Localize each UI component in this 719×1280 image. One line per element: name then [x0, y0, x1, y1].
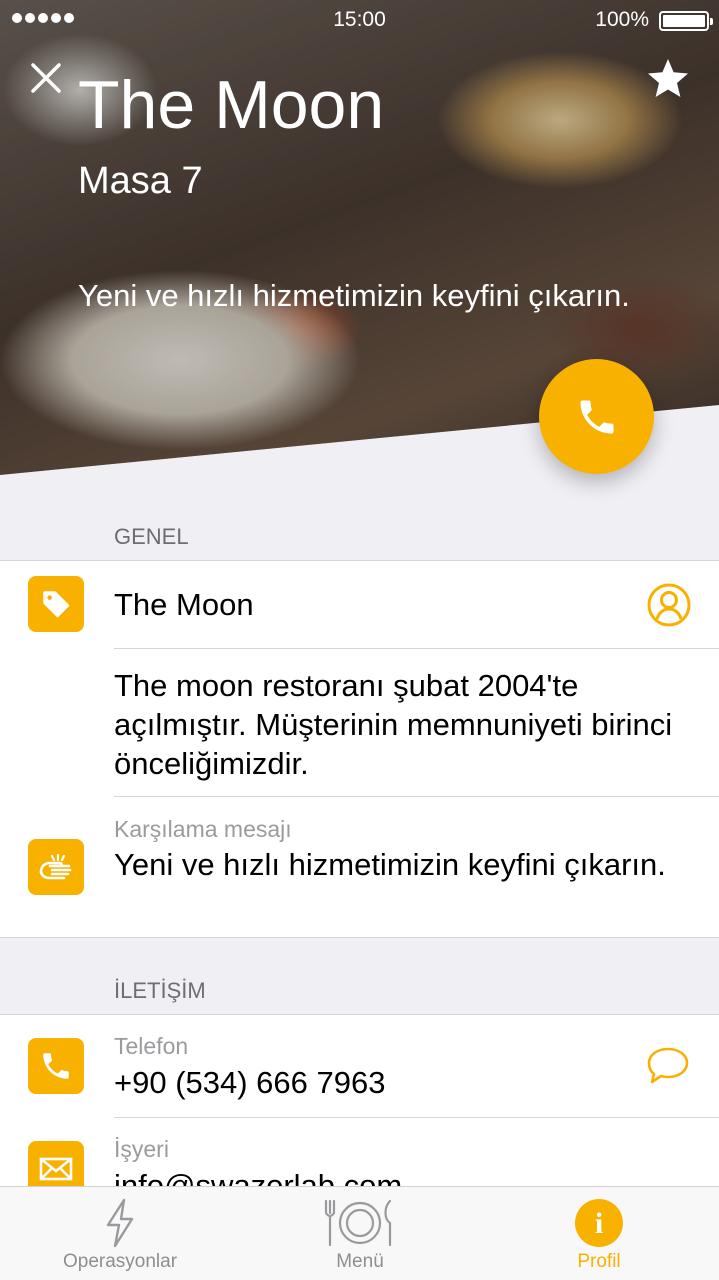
tab-label: Menü — [336, 1251, 384, 1272]
phone-label: Telefon — [114, 1033, 189, 1059]
phone-icon — [580, 400, 613, 433]
welcome-text: Yeni ve hızlı hizmetimizin keyfini çıkar… — [114, 847, 666, 882]
phone-icon — [28, 1038, 84, 1094]
battery-icon — [659, 11, 713, 31]
tag-icon — [28, 576, 84, 632]
bolt-icon — [106, 1198, 134, 1248]
tab-label: Profil — [577, 1251, 621, 1272]
person-icon[interactable] — [647, 583, 691, 627]
name-row[interactable]: The Moon — [0, 561, 719, 648]
close-button[interactable] — [28, 60, 64, 96]
tab-menu[interactable]: Menü — [240, 1187, 480, 1280]
close-icon — [31, 63, 61, 93]
battery-percent: 100% — [595, 8, 649, 31]
phone-row[interactable]: Telefon +90 (534) 666 7963 — [0, 1015, 719, 1117]
tab-operations[interactable]: Operasyonlar — [0, 1187, 240, 1280]
tab-profile[interactable]: i Profil — [479, 1187, 719, 1280]
table-label: Masa 7 — [78, 160, 203, 202]
divider — [114, 648, 719, 649]
contact-card: Telefon +90 (534) 666 7963 İşyeri info@s… — [0, 1014, 719, 1204]
venue-title: The Moon — [78, 67, 385, 143]
hand-icon — [28, 839, 84, 895]
info-icon: i — [575, 1199, 623, 1247]
star-icon — [648, 59, 688, 97]
favorite-button[interactable] — [645, 56, 691, 102]
tab-bar: Operasyonlar Menü i Profil — [0, 1186, 719, 1280]
venue-name: The Moon — [114, 587, 254, 622]
svg-text:i: i — [595, 1207, 603, 1240]
general-card: The Moon The moon restoranı şubat 2004't… — [0, 560, 719, 938]
plate-icon — [324, 1199, 392, 1247]
phone-number[interactable]: +90 (534) 666 7963 — [114, 1063, 639, 1102]
email-label: İşyeri — [114, 1136, 169, 1162]
status-bar: 15:00 100% — [0, 0, 719, 40]
tab-label: Operasyonlar — [62, 1251, 178, 1272]
chat-bubble-icon[interactable] — [645, 1045, 691, 1087]
venue-description: The moon restoranı şubat 2004'te açılmış… — [114, 668, 673, 781]
welcome-message: Yeni ve hızlı hizmetimizin keyfini çıkar… — [78, 278, 630, 313]
section-header-contact: İLETİŞİM — [114, 978, 206, 1003]
welcome-label: Karşılama mesajı — [114, 816, 292, 842]
call-waiter-button[interactable] — [539, 359, 654, 474]
section-header-general: GENEL — [114, 524, 189, 549]
divider — [114, 796, 719, 797]
